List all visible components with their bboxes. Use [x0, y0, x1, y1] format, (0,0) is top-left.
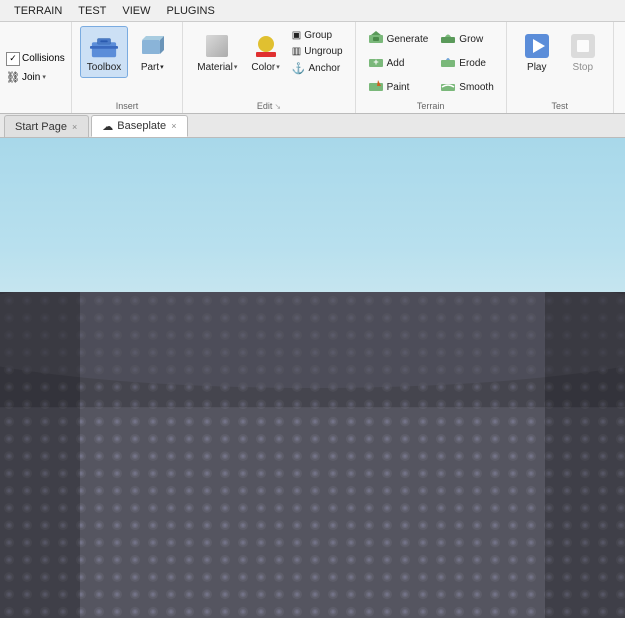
ribbon-section-test: Play Stop Test — [507, 22, 614, 113]
smooth-button[interactable]: Smooth — [436, 76, 497, 99]
svg-text:+: + — [373, 57, 378, 67]
add-label: Add — [387, 58, 405, 69]
play-label: Play — [527, 62, 546, 73]
add-icon: + — [368, 54, 384, 73]
smooth-label: Smooth — [459, 82, 493, 93]
insert-label: Insert — [80, 99, 174, 111]
erode-icon — [440, 54, 456, 73]
ungroup-icon: ▥ — [292, 46, 301, 57]
tab-baseplate-close[interactable]: × — [170, 121, 177, 131]
terrain-label: Terrain — [364, 99, 498, 111]
add-button[interactable]: + Add — [364, 52, 433, 75]
paint-label: Paint — [387, 82, 410, 93]
part-button[interactable]: Part▾ — [130, 26, 174, 78]
menu-test[interactable]: TEST — [70, 3, 114, 19]
collisions-check-icon: ✓ — [6, 52, 20, 66]
generate-button[interactable]: Generate — [364, 28, 433, 51]
start-page-label: Start Page — [15, 121, 67, 133]
paint-button[interactable]: Paint — [364, 76, 433, 99]
generate-icon — [368, 30, 384, 49]
anchor-button[interactable]: ⚓ Anchor — [288, 60, 347, 77]
part-dropdown-icon-inner: ▾ — [160, 63, 164, 71]
tabs-bar: Start Page × ☁ Baseplate × — [0, 114, 625, 138]
color-button[interactable]: Color ▾ — [245, 26, 285, 78]
stop-button[interactable]: Stop — [561, 26, 605, 78]
join-button[interactable]: ⛓ Join ▾ — [4, 70, 67, 85]
group-button[interactable]: ▣ Group — [288, 28, 347, 43]
menu-plugins[interactable]: PLUGINS — [159, 3, 223, 19]
ribbon-section-terrain: Generate + Add — [356, 22, 507, 113]
material-dropdown-icon: ▾ — [234, 63, 238, 71]
join-label: Join — [22, 72, 40, 83]
material-button[interactable]: Material ▾ — [191, 26, 243, 78]
viewport[interactable] — [0, 138, 625, 618]
toolbox-label: Toolbox — [87, 62, 121, 73]
stop-icon — [569, 32, 597, 60]
generate-label: Generate — [387, 34, 429, 45]
erode-button[interactable]: Erode — [436, 52, 497, 75]
play-button[interactable]: Play — [515, 26, 559, 78]
color-dropdown-icon: ▾ — [276, 63, 280, 71]
tab-start-page[interactable]: Start Page × — [4, 115, 89, 137]
color-label: Color ▾ — [251, 62, 279, 73]
smooth-icon — [440, 78, 456, 97]
tab-start-page-close[interactable]: × — [71, 122, 78, 132]
tab-baseplate[interactable]: ☁ Baseplate × — [91, 115, 188, 137]
grow-button[interactable]: Grow — [436, 28, 497, 51]
join-dropdown-icon: ▾ — [42, 73, 46, 81]
group-label: Group — [304, 30, 332, 41]
paint-icon — [368, 78, 384, 97]
ribbon-section-edit: Material ▾ Color ▾ — [183, 22, 355, 113]
toolbox-button[interactable]: Toolbox — [80, 26, 128, 78]
grow-label: Grow — [459, 34, 483, 45]
menu-view[interactable]: VIEW — [114, 3, 158, 19]
material-label: Material ▾ — [197, 62, 237, 73]
ground — [0, 292, 625, 618]
material-icon — [203, 32, 231, 60]
ribbon-section-insert: Toolbox Part▾ Insert — [72, 22, 183, 113]
color-icon — [252, 32, 280, 60]
stop-label: Stop — [572, 62, 593, 73]
ribbon: ✓ Collisions ⛓ Join ▾ — [0, 22, 625, 114]
test-label: Test — [515, 99, 605, 111]
ungroup-label: Ungroup — [304, 46, 342, 57]
menu-terrain[interactable]: TERRAIN — [6, 3, 70, 19]
join-icon: ⛓ — [6, 71, 20, 84]
anchor-label: Anchor — [308, 63, 340, 74]
baseplate-cloud-icon: ☁ — [102, 120, 113, 133]
baseplate-label: Baseplate — [117, 120, 166, 132]
grow-icon — [440, 30, 456, 49]
collisions-button[interactable]: ✓ Collisions — [4, 51, 67, 67]
play-icon — [523, 32, 551, 60]
erode-label: Erode — [459, 58, 486, 69]
edit-expand-icon[interactable]: ↘ — [274, 102, 281, 111]
ungroup-button[interactable]: ▥ Ungroup — [288, 44, 347, 59]
model-section-label — [4, 109, 67, 111]
menubar: TERRAIN TEST VIEW PLUGINS — [0, 0, 625, 22]
ribbon-section-model: ✓ Collisions ⛓ Join ▾ — [0, 22, 72, 113]
group-icon: ▣ — [292, 30, 301, 41]
anchor-icon: ⚓ — [292, 62, 306, 75]
edit-label: Edit ↘ — [191, 99, 346, 111]
toolbox-icon — [90, 32, 118, 60]
collisions-label: Collisions — [22, 53, 65, 64]
part-icon — [138, 32, 166, 60]
part-label: Part▾ — [141, 62, 164, 73]
